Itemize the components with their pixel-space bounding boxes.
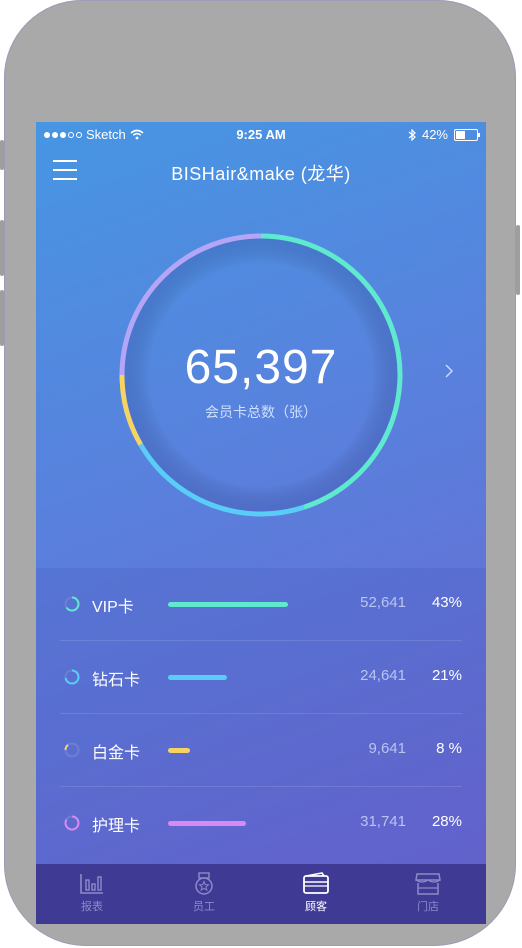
ring-progress-icon xyxy=(64,742,80,758)
card-type-list: VIP卡 52,641 43% 钻石卡 24,641 21% 白金卡 9,641… xyxy=(36,568,486,864)
app-screen: Sketch 9:25 AM 42% BISHair&make (龙华) 65,… xyxy=(36,122,486,924)
card-count: 24,641 xyxy=(360,667,406,684)
tab-reports[interactable]: 报表 xyxy=(36,864,148,924)
list-item-care[interactable]: 护理卡 31,741 28% xyxy=(60,787,462,860)
card-count: 9,641 xyxy=(368,740,406,757)
share-bar xyxy=(168,821,246,826)
total-members-label: 会员卡总数（张） xyxy=(205,404,317,420)
tab-label: 员工 xyxy=(193,901,215,913)
card-name: 白金卡 xyxy=(92,745,141,762)
tab-staff[interactable]: 员工 xyxy=(148,864,260,924)
card-name: 钻石卡 xyxy=(92,672,141,689)
tab-bar: 报表 员工 顾客 门店 xyxy=(36,864,486,924)
tab-label: 门店 xyxy=(417,901,439,913)
ring-progress-icon xyxy=(64,596,80,612)
wallet-icon xyxy=(303,872,329,894)
card-percent: 8 % xyxy=(436,740,462,757)
bluetooth-icon xyxy=(408,128,416,141)
card-name: 护理卡 xyxy=(92,818,141,835)
share-bar xyxy=(168,602,288,607)
share-bar xyxy=(168,748,190,753)
battery-percent: 42% xyxy=(421,127,448,142)
phone-volume-up xyxy=(0,220,4,276)
tab-customers[interactable]: 顾客 xyxy=(260,864,372,924)
list-item-platinum[interactable]: 白金卡 9,641 8 % xyxy=(60,714,462,787)
ring-progress-icon xyxy=(64,815,80,831)
share-bar xyxy=(168,675,227,680)
ring-progress-icon xyxy=(64,669,80,685)
phone-side-button xyxy=(0,140,4,170)
card-name: VIP卡 xyxy=(92,599,134,616)
card-percent: 28% xyxy=(431,813,462,830)
chevron-right-icon[interactable] xyxy=(444,364,454,378)
page-title: BISHair&make (龙华) xyxy=(171,164,351,184)
card-percent: 43% xyxy=(431,594,462,611)
member-card-ring[interactable]: 65,397 会员卡总数（张） xyxy=(118,232,404,518)
phone-volume-down xyxy=(0,290,4,346)
card-percent: 21% xyxy=(431,667,462,684)
badge-star-icon xyxy=(195,872,213,895)
chart-bars-icon xyxy=(80,874,103,894)
battery-icon xyxy=(454,128,480,141)
status-bar: Sketch 9:25 AM 42% xyxy=(36,122,486,146)
tab-label: 顾客 xyxy=(305,901,327,913)
list-item-vip[interactable]: VIP卡 52,641 43% xyxy=(60,568,462,641)
card-count: 31,741 xyxy=(360,813,406,830)
card-count: 52,641 xyxy=(360,594,406,611)
store-icon xyxy=(415,873,441,895)
tab-label: 报表 xyxy=(81,901,103,913)
total-members-value: 65,397 xyxy=(184,341,338,394)
phone-power-button xyxy=(516,225,520,295)
nav-bar: BISHair&make (龙华) xyxy=(36,148,486,192)
list-item-diamond[interactable]: 钻石卡 24,641 21% xyxy=(60,641,462,714)
tab-stores[interactable]: 门店 xyxy=(372,864,484,924)
